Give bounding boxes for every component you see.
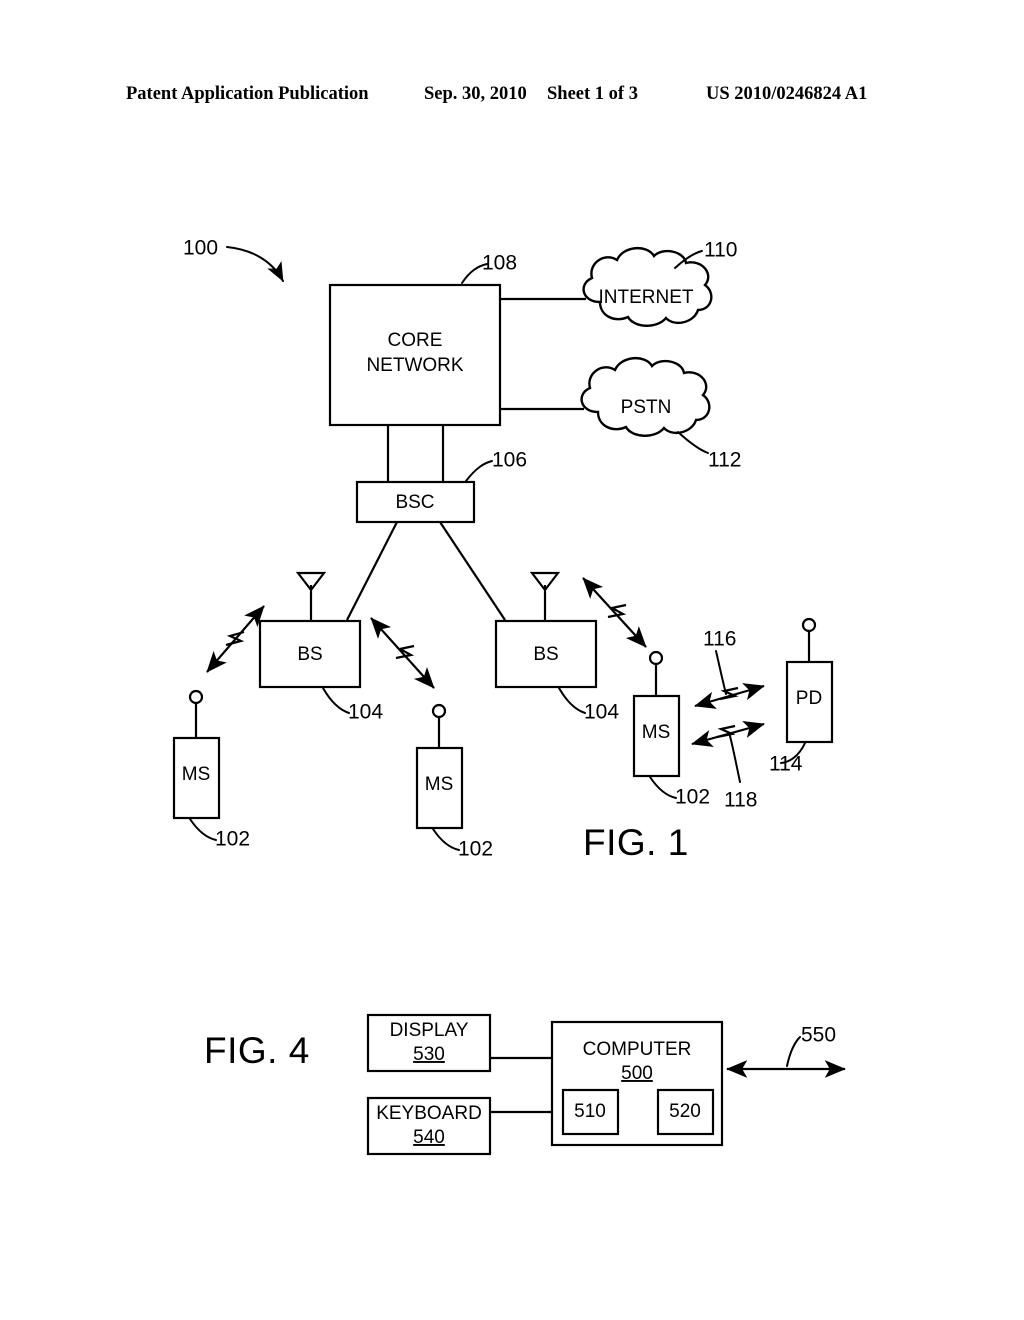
ms-middle-group: MS (415, 703, 464, 830)
ref-102-right: 102 (675, 786, 710, 809)
ref-118: 118 (724, 789, 757, 812)
ref-106-leader (465, 460, 493, 482)
patent-drawing: 100 CORE NETWORK 108 INTERNET 110 PSTN 1… (172, 237, 846, 1156)
figure-4: FIG. 4 DISPLAY 530 KEYBOARD 540 COMPUTER… (204, 1013, 846, 1156)
pstn-cloud: PSTN (580, 357, 711, 437)
component-520-ref: 520 (669, 1101, 701, 1122)
ref-550-leader (786, 1036, 801, 1067)
ms-left-label: MS (182, 764, 211, 785)
figure-1-caption: FIG. 1 (583, 822, 689, 863)
bsc-to-bs-left-link (346, 521, 398, 621)
bs-left-group: BS (258, 571, 362, 689)
ref-116: 116 (703, 628, 736, 651)
ms-right-label: MS (642, 722, 671, 743)
bs-right-label: BS (533, 644, 558, 665)
keyboard-label: KEYBOARD (376, 1103, 482, 1124)
pstn-cloud-label: PSTN (621, 397, 672, 418)
keyboard-ref: 540 (413, 1127, 445, 1148)
ms-middle-label: MS (425, 774, 454, 795)
ref-106: 106 (492, 449, 527, 472)
ref-104-right-leader (558, 687, 586, 714)
ref-114: 114 (769, 753, 803, 776)
bs-right-group: BS (494, 571, 598, 689)
core-network-label-line2: NETWORK (366, 355, 463, 376)
patent-page: Patent Application Publication Sep. 30, … (0, 0, 1024, 1320)
ref-104-left-leader (322, 687, 350, 714)
ref-102-left: 102 (215, 828, 250, 851)
ref-550: 550 (801, 1024, 836, 1047)
pd-label: PD (796, 688, 822, 709)
computer-ref: 500 (621, 1063, 653, 1084)
ref-102-middle-leader (432, 828, 460, 851)
computer-label: COMPUTER (583, 1039, 692, 1060)
ref-102-right-leader (649, 776, 677, 799)
ref-104-left: 104 (348, 701, 383, 724)
rf-link-ms-left-bs-left (206, 605, 265, 673)
rf-link-ms-middle-bs-left (370, 617, 435, 689)
ref-110: 110 (704, 239, 737, 262)
ref-116-leader (715, 650, 727, 695)
bsc-to-bs-right-link (439, 521, 506, 621)
bsc-label: BSC (395, 492, 434, 513)
display-label: DISPLAY (390, 1020, 469, 1041)
pd-group: PD (785, 617, 834, 744)
rf-link-ms-pd-lower (691, 720, 765, 748)
bs-left-label: BS (297, 644, 322, 665)
ref-102-middle: 102 (458, 838, 493, 861)
component-510-ref: 510 (574, 1101, 606, 1122)
ref-118-leader (729, 735, 741, 783)
pd-antenna-tip (801, 617, 817, 633)
ms-left-antenna-tip (188, 689, 204, 705)
display-ref: 530 (413, 1044, 445, 1065)
figure-4-caption: FIG. 4 (204, 1030, 310, 1071)
internet-cloud-label: INTERNET (599, 287, 694, 308)
ref-112: 112 (708, 449, 741, 472)
rf-link-ms-pd-upper (694, 683, 765, 709)
ms-right-antenna-tip (648, 650, 664, 666)
ref-100-leader-arrow (226, 246, 284, 282)
ref-100: 100 (183, 237, 218, 260)
ms-left-group: MS (172, 689, 221, 820)
ref-112-leader (677, 431, 709, 454)
ms-right-group: MS (632, 650, 681, 778)
ref-102-left-leader (189, 818, 217, 841)
core-network-label-line1: CORE (388, 330, 443, 351)
internet-cloud: INTERNET (582, 247, 713, 327)
ms-middle-antenna-tip (431, 703, 447, 719)
figure-1: 100 CORE NETWORK 108 INTERNET 110 PSTN 1… (172, 237, 834, 863)
ref-104-right: 104 (584, 701, 619, 724)
ref-108: 108 (482, 252, 517, 275)
